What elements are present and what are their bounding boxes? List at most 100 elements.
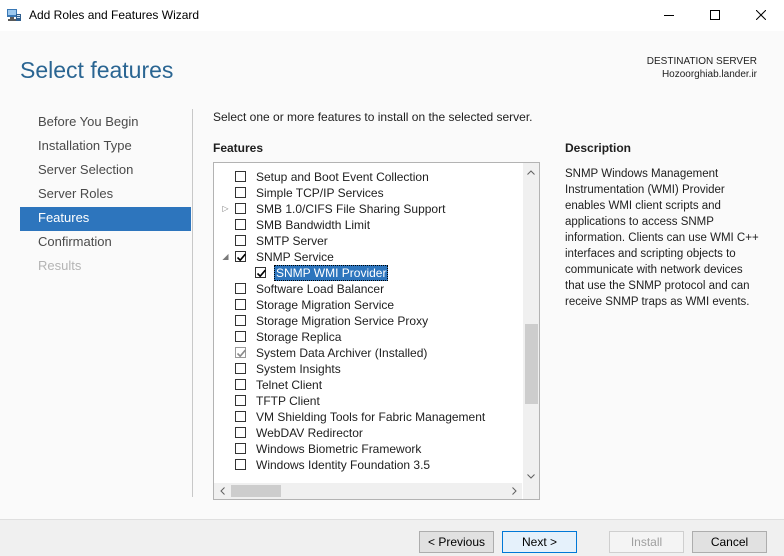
vertical-scroll-thumb[interactable] xyxy=(525,324,538,404)
previous-button[interactable]: < Previous xyxy=(419,531,494,553)
install-button: Install xyxy=(609,531,684,553)
feature-row[interactable]: SMB Bandwidth Limit xyxy=(214,217,522,233)
horizontal-scrollbar[interactable] xyxy=(214,483,522,499)
feature-checkbox[interactable] xyxy=(235,411,246,422)
feature-checkbox[interactable] xyxy=(235,299,246,310)
feature-label: Simple TCP/IP Services xyxy=(256,186,384,200)
feature-row[interactable]: Telnet Client xyxy=(214,377,522,393)
feature-checkbox[interactable] xyxy=(235,187,246,198)
chevron-left-icon xyxy=(219,484,225,498)
feature-row[interactable]: Simple TCP/IP Services xyxy=(214,185,522,201)
feature-row[interactable]: SMTP Server xyxy=(214,233,522,249)
nav-item-confirmation[interactable]: Confirmation xyxy=(20,231,191,255)
feature-label: WebDAV Redirector xyxy=(256,426,363,440)
feature-row[interactable]: Storage Migration Service xyxy=(214,297,522,313)
feature-checkbox[interactable] xyxy=(235,219,246,230)
feature-row[interactable]: Storage Migration Service Proxy xyxy=(214,313,522,329)
feature-row[interactable]: System Insights xyxy=(214,361,522,377)
scrollbar-corner xyxy=(523,483,539,499)
minimize-icon xyxy=(664,9,674,23)
feature-label: SMB 1.0/CIFS File Sharing Support xyxy=(256,202,446,216)
feature-row[interactable]: TFTP Client xyxy=(214,393,522,409)
nav-item-installation-type[interactable]: Installation Type xyxy=(20,135,191,159)
expanded-triangle-icon[interactable]: ◢ xyxy=(221,252,230,262)
feature-label: SNMP WMI Provider xyxy=(274,265,389,281)
checkmark-icon xyxy=(236,349,246,358)
feature-label: Storage Replica xyxy=(256,330,342,344)
nav-item-server-selection[interactable]: Server Selection xyxy=(20,159,191,183)
scroll-right-button[interactable] xyxy=(506,483,522,499)
description-heading: Description xyxy=(565,141,632,155)
feature-checkbox[interactable] xyxy=(235,283,246,294)
feature-checkbox[interactable] xyxy=(235,171,246,182)
wizard-footer: < Previous Next > Install Cancel xyxy=(0,519,784,556)
feature-checkbox[interactable] xyxy=(235,363,246,374)
feature-label: Storage Migration Service xyxy=(256,298,395,312)
nav-item-features[interactable]: Features xyxy=(20,207,191,231)
feature-row[interactable]: Windows Biometric Framework xyxy=(214,441,522,457)
feature-label: System Data Archiver (Installed) xyxy=(256,346,428,360)
scroll-up-button[interactable] xyxy=(523,163,539,179)
feature-checkbox[interactable] xyxy=(235,443,246,454)
scroll-left-button[interactable] xyxy=(214,483,230,499)
checkmark-icon xyxy=(236,253,246,262)
feature-row[interactable]: Windows Identity Foundation 3.5 xyxy=(214,457,522,473)
features-heading: Features xyxy=(213,141,264,155)
feature-checkbox[interactable] xyxy=(235,459,246,470)
window-title: Add Roles and Features Wizard xyxy=(29,8,200,22)
wizard-nav: Before You Begin Installation Type Serve… xyxy=(20,111,191,279)
chevron-up-icon xyxy=(527,164,535,178)
horizontal-scroll-thumb[interactable] xyxy=(231,485,281,497)
description-text: SNMP Windows Management Instrumentation … xyxy=(565,168,759,308)
feature-checkbox[interactable] xyxy=(235,203,246,214)
feature-label: SMB Bandwidth Limit xyxy=(256,218,371,232)
feature-checkbox[interactable] xyxy=(235,379,246,390)
feature-checkbox[interactable] xyxy=(235,427,246,438)
feature-row[interactable]: SNMP WMI Provider xyxy=(214,265,522,281)
feature-row[interactable]: WebDAV Redirector xyxy=(214,425,522,441)
feature-checkbox[interactable] xyxy=(235,315,246,326)
page-title: Select features xyxy=(20,57,174,83)
cancel-button[interactable]: Cancel xyxy=(692,531,767,553)
feature-label: Windows Biometric Framework xyxy=(256,442,422,456)
feature-checkbox[interactable] xyxy=(235,331,246,342)
close-button[interactable] xyxy=(738,0,784,31)
title-bar: Add Roles and Features Wizard xyxy=(0,0,784,31)
destination-server-label: DESTINATION SERVER xyxy=(646,56,757,67)
feature-row[interactable]: Setup and Boot Event Collection xyxy=(214,169,522,185)
feature-label: Setup and Boot Event Collection xyxy=(256,170,429,184)
instruction-text: Select one or more features to install o… xyxy=(213,110,533,124)
maximize-button[interactable] xyxy=(692,0,738,31)
feature-label: TFTP Client xyxy=(256,394,320,408)
feature-row[interactable]: ◢ SNMP Service xyxy=(214,249,522,265)
feature-label: VM Shielding Tools for Fabric Management xyxy=(256,410,486,424)
nav-item-server-roles[interactable]: Server Roles xyxy=(20,183,191,207)
destination-server-name: Hozoorghiab.lander.ir xyxy=(661,69,757,80)
close-icon xyxy=(755,9,767,23)
feature-checkbox[interactable] xyxy=(235,235,246,246)
scroll-down-button[interactable] xyxy=(523,467,539,483)
chevron-right-icon xyxy=(511,484,517,498)
feature-label: System Insights xyxy=(256,362,341,376)
feature-label: Telnet Client xyxy=(256,378,323,392)
feature-row[interactable]: Storage Replica xyxy=(214,329,522,345)
wizard-content: Select features DESTINATION SERVER Hozoo… xyxy=(0,31,784,519)
nav-item-results: Results xyxy=(38,258,82,273)
features-tree[interactable]: Setup and Boot Event Collection Simple TC… xyxy=(213,162,540,500)
minimize-button[interactable] xyxy=(646,0,692,31)
next-button[interactable]: Next > xyxy=(502,531,577,553)
feature-row[interactable]: Software Load Balancer xyxy=(214,281,522,297)
nav-item-before-you-begin[interactable]: Before You Begin xyxy=(20,111,191,135)
server-manager-icon xyxy=(6,8,22,22)
feature-row[interactable]: VM Shielding Tools for Fabric Management xyxy=(214,409,522,425)
collapsed-triangle-icon[interactable]: ▷ xyxy=(221,204,230,214)
feature-checkbox[interactable] xyxy=(235,251,246,262)
feature-row[interactable]: ▷ SMB 1.0/CIFS File Sharing Support xyxy=(214,201,522,217)
feature-row[interactable]: System Data Archiver (Installed) xyxy=(214,345,522,361)
vertical-scrollbar[interactable] xyxy=(523,163,539,483)
feature-checkbox[interactable] xyxy=(235,395,246,406)
features-list: Setup and Boot Event Collection Simple TC… xyxy=(214,169,522,473)
feature-label: SNMP Service xyxy=(256,250,334,264)
feature-checkbox[interactable] xyxy=(255,267,266,278)
feature-label: SMTP Server xyxy=(256,234,328,248)
